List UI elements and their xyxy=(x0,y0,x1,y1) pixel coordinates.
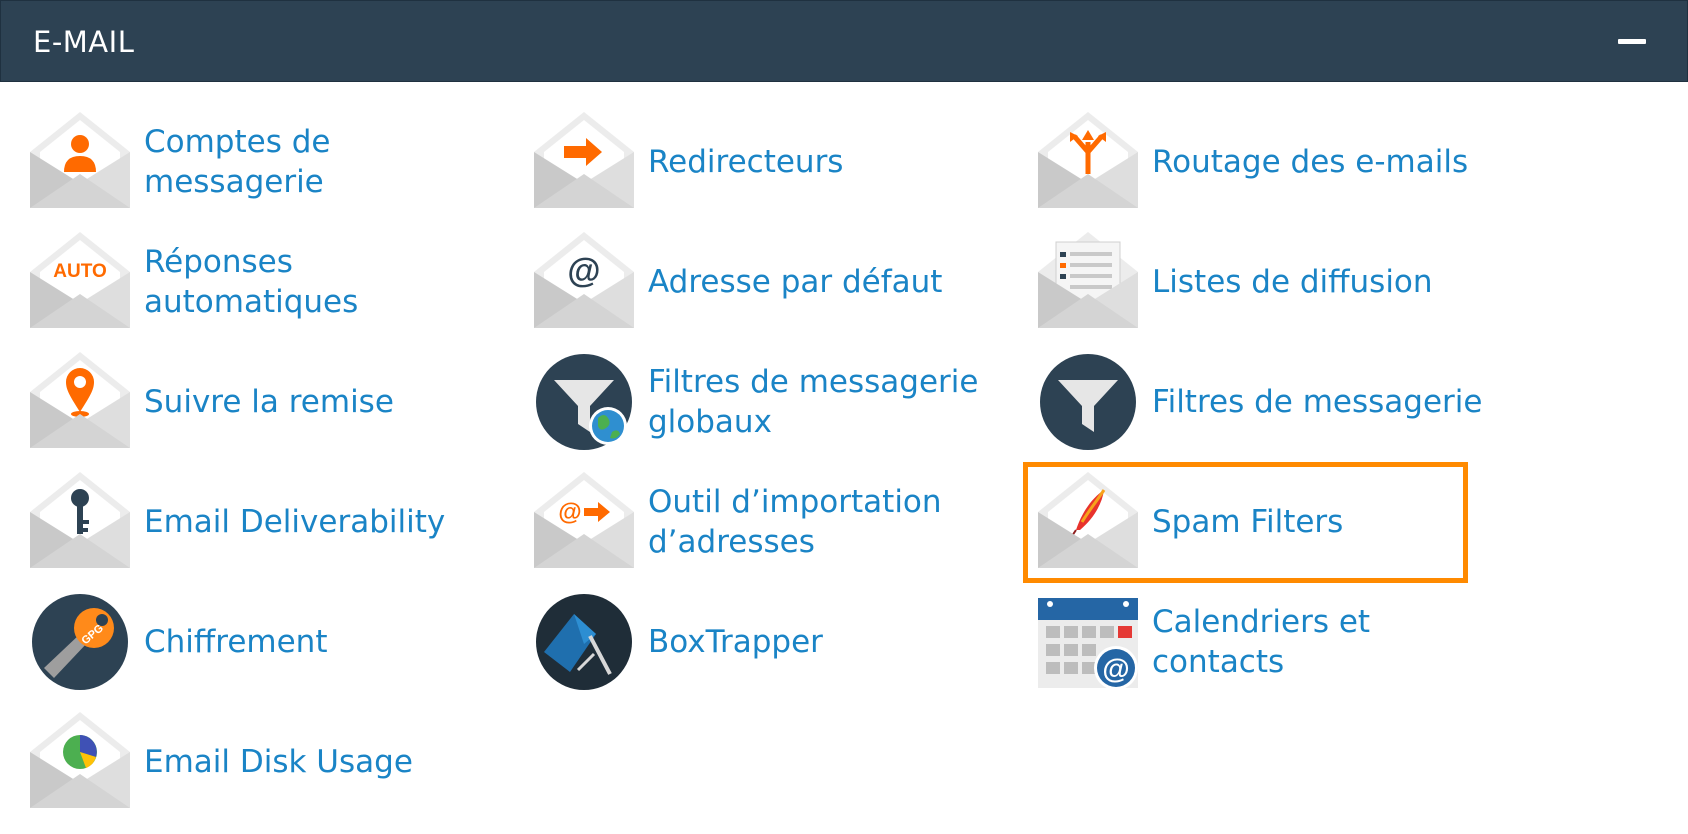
minus-icon xyxy=(1618,39,1646,44)
autoresponder-icon: AUTO xyxy=(30,232,130,332)
svg-text:@: @ xyxy=(1102,653,1129,684)
collapse-button[interactable] xyxy=(1618,35,1646,49)
mailing-list-icon xyxy=(1038,232,1138,332)
item-label: Chiffrement xyxy=(144,624,328,660)
item-label: Comptes de messagerie xyxy=(144,124,331,200)
item-label: Adresse par défaut xyxy=(648,264,943,300)
panel-title: E-MAIL xyxy=(33,25,135,59)
item-label: Filtres de messagerie xyxy=(1152,384,1483,420)
item-label: Listes de diffusion xyxy=(1152,264,1433,300)
deliverability-key-icon xyxy=(30,472,130,572)
address-import-icon: @ xyxy=(534,472,634,572)
item-label: Routage des e-mails xyxy=(1152,144,1469,180)
item-label: Filtres de messagerie globaux xyxy=(648,364,979,440)
svg-text:@: @ xyxy=(567,252,600,290)
email-filter-icon xyxy=(1038,352,1138,452)
email-account-icon xyxy=(30,112,130,212)
item-label: Redirecteurs xyxy=(648,144,844,180)
email-panel: E-MAIL Comptes de messagerie Redirecteur… xyxy=(0,0,1688,834)
item-label: Outil d’importation d’adresses xyxy=(648,484,942,560)
item-label: Calendriers et contacts xyxy=(1152,604,1371,680)
track-delivery-icon xyxy=(30,352,130,452)
boxtrapper-icon xyxy=(534,592,634,692)
disk-usage-pie-icon xyxy=(30,712,130,812)
panel-header: E-MAIL xyxy=(0,0,1688,82)
item-label: Suivre la remise xyxy=(144,384,394,420)
calendar-contacts-icon: @ xyxy=(1038,592,1138,692)
svg-text:AUTO: AUTO xyxy=(53,261,106,282)
forwarder-icon xyxy=(534,112,634,212)
item-label: Email Deliverability xyxy=(144,504,446,540)
item-label: BoxTrapper xyxy=(648,624,823,660)
spam-filters-highlight xyxy=(1023,462,1468,583)
item-label: Réponses automatiques xyxy=(144,244,359,320)
encryption-key-icon: GPG xyxy=(30,592,130,692)
svg-text:@: @ xyxy=(558,499,581,526)
default-address-icon: @ xyxy=(534,232,634,332)
global-filter-icon xyxy=(534,352,634,452)
email-routing-icon xyxy=(1038,112,1138,212)
item-label: Email Disk Usage xyxy=(144,744,413,780)
